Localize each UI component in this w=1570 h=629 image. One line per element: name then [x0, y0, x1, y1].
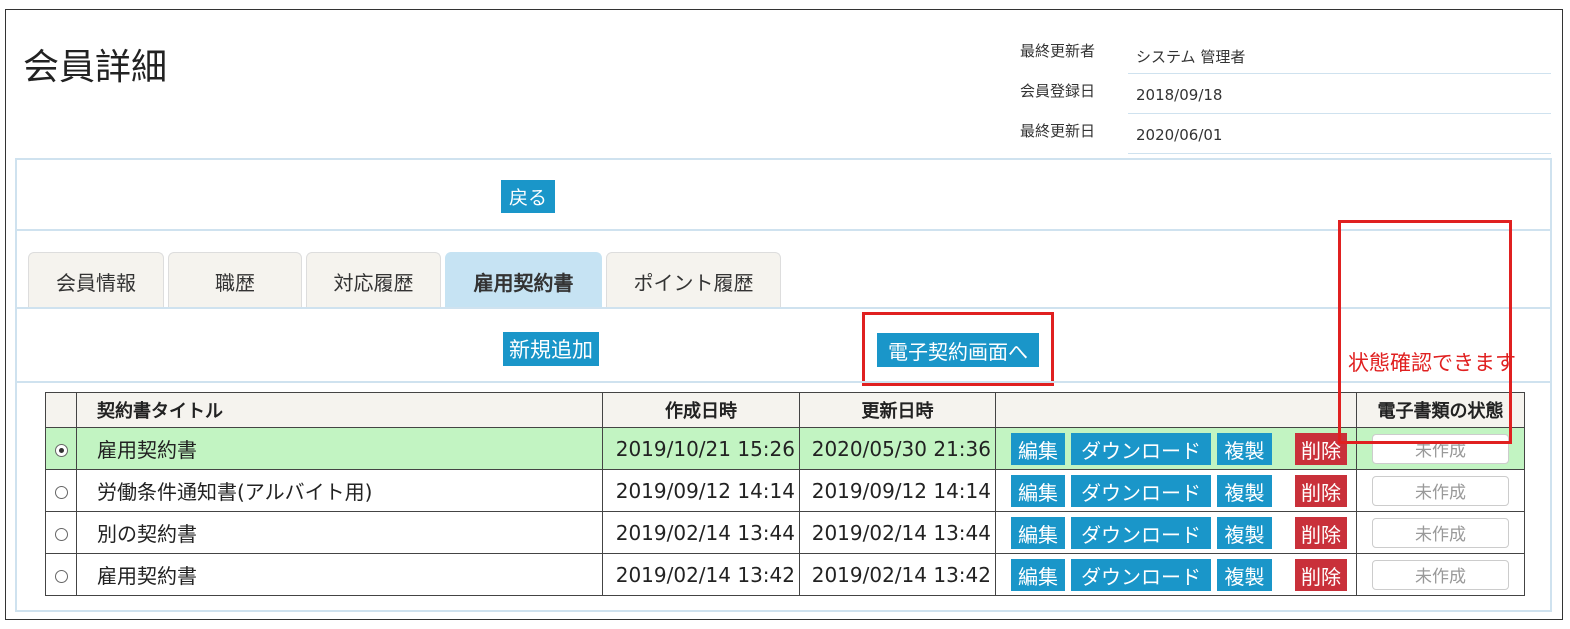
meta-value: システム 管理者 — [1128, 34, 1551, 74]
copy-button[interactable]: 複製 — [1217, 559, 1272, 591]
meta-value: 2020/06/01 — [1128, 114, 1551, 154]
document-status-button[interactable]: 未作成 — [1372, 517, 1509, 548]
created-column-header: 作成日時 — [602, 392, 800, 428]
table-row[interactable]: 別の契約書 2019/02/14 13:44 2019/02/14 13:44 … — [45, 511, 1525, 554]
econtract-screen-button[interactable]: 電子契約画面へ — [877, 333, 1039, 367]
row-radio[interactable] — [54, 569, 68, 583]
row-select-cell — [45, 553, 77, 596]
row-radio[interactable] — [54, 485, 68, 499]
row-actions: 編集 ダウンロード 複製 削除 — [995, 553, 1357, 596]
member-detail-panel: 戻る 会員情報 職歴 対応履歴 雇用契約書 ポイント履歴 新規追加 電子契約画面… — [15, 158, 1552, 612]
row-select-cell — [45, 511, 77, 554]
table-row[interactable]: 労働条件通知書(アルバイト用) 2019/09/12 14:14 2019/09… — [45, 469, 1525, 512]
tab-point-history[interactable]: ポイント履歴 — [606, 252, 781, 309]
download-button[interactable]: ダウンロード — [1071, 475, 1211, 507]
document-status-button[interactable]: 未作成 — [1372, 475, 1509, 506]
contract-table: 契約書タイトル 作成日時 更新日時 電子書類の状態 雇用契約書 2019/10/… — [45, 392, 1525, 596]
contract-content: 新規追加 電子契約画面へ 状態確認できます 契約書タイトル 作成日時 更新日時 — [17, 307, 1550, 610]
page-title: 会員詳細 — [23, 47, 168, 88]
created-at: 2019/02/14 13:42 — [602, 553, 800, 596]
meta-label: 最終更新者 — [1020, 42, 1096, 60]
download-button[interactable]: ダウンロード — [1071, 559, 1211, 591]
row-radio[interactable] — [54, 527, 68, 541]
table-row[interactable]: 雇用契約書 2019/02/14 13:42 2019/02/14 13:42 … — [45, 553, 1525, 596]
table-row[interactable]: 雇用契約書 2019/10/21 15:26 2020/05/30 21:36 … — [45, 427, 1525, 470]
status-cell: 未作成 — [1356, 469, 1525, 512]
updated-at: 2019/09/12 14:14 — [799, 469, 996, 512]
row-select-cell — [45, 469, 77, 512]
annotation-box-status-column — [1338, 220, 1512, 444]
title-column-header: 契約書タイトル — [76, 392, 603, 428]
contract-title: 雇用契約書 — [76, 553, 603, 596]
tab-response-history[interactable]: 対応履歴 — [306, 252, 441, 309]
delete-button[interactable]: 削除 — [1295, 559, 1347, 591]
copy-button[interactable]: 複製 — [1217, 517, 1272, 549]
divider — [17, 381, 1550, 383]
tab-member-info[interactable]: 会員情報 — [28, 252, 164, 309]
tab-work-history[interactable]: 職歴 — [168, 252, 302, 309]
meta-value: 2018/09/18 — [1128, 74, 1551, 114]
back-bar: 戻る — [17, 160, 1550, 231]
updated-at: 2020/05/30 21:36 — [799, 427, 996, 470]
edit-button[interactable]: 編集 — [1011, 475, 1065, 507]
back-button[interactable]: 戻る — [501, 180, 555, 213]
document-status-button[interactable]: 未作成 — [1372, 559, 1509, 590]
edit-button[interactable]: 編集 — [1011, 433, 1065, 465]
created-at: 2019/09/12 14:14 — [602, 469, 800, 512]
row-radio[interactable] — [54, 443, 68, 457]
delete-button[interactable]: 削除 — [1295, 475, 1347, 507]
record-meta: 最終更新者 システム 管理者 会員登録日 2018/09/18 最終更新日 20… — [1020, 34, 1551, 154]
status-cell: 未作成 — [1356, 511, 1525, 554]
select-column-header — [45, 392, 77, 428]
updated-column-header: 更新日時 — [799, 392, 996, 428]
row-actions: 編集 ダウンロード 複製 削除 — [995, 427, 1357, 470]
status-cell: 未作成 — [1356, 553, 1525, 596]
edit-button[interactable]: 編集 — [1011, 559, 1065, 591]
download-button[interactable]: ダウンロード — [1071, 517, 1211, 549]
created-at: 2019/02/14 13:44 — [602, 511, 800, 554]
updated-at: 2019/02/14 13:42 — [799, 553, 996, 596]
created-at: 2019/10/21 15:26 — [602, 427, 800, 470]
contract-title: 労働条件通知書(アルバイト用) — [76, 469, 603, 512]
row-actions: 編集 ダウンロード 複製 削除 — [995, 469, 1357, 512]
meta-row-updated-by: 最終更新者 システム 管理者 — [1020, 34, 1551, 74]
meta-row-registered-date: 会員登録日 2018/09/18 — [1020, 74, 1551, 114]
download-button[interactable]: ダウンロード — [1071, 433, 1211, 465]
copy-button[interactable]: 複製 — [1217, 433, 1272, 465]
row-actions: 編集 ダウンロード 複製 削除 — [995, 511, 1357, 554]
contract-title: 雇用契約書 — [76, 427, 603, 470]
edit-button[interactable]: 編集 — [1011, 517, 1065, 549]
meta-row-updated-date: 最終更新日 2020/06/01 — [1020, 114, 1551, 154]
add-new-button[interactable]: 新規追加 — [503, 332, 599, 366]
meta-label: 最終更新日 — [1020, 122, 1096, 140]
copy-button[interactable]: 複製 — [1217, 475, 1272, 507]
updated-at: 2019/02/14 13:44 — [799, 511, 996, 554]
contract-title: 別の契約書 — [76, 511, 603, 554]
row-select-cell — [45, 427, 77, 470]
table-header-row: 契約書タイトル 作成日時 更新日時 電子書類の状態 — [45, 392, 1525, 428]
tab-employment-contract[interactable]: 雇用契約書 — [445, 252, 602, 309]
actions-column-header — [995, 392, 1357, 428]
meta-label: 会員登録日 — [1020, 82, 1096, 100]
delete-button[interactable]: 削除 — [1295, 517, 1347, 549]
